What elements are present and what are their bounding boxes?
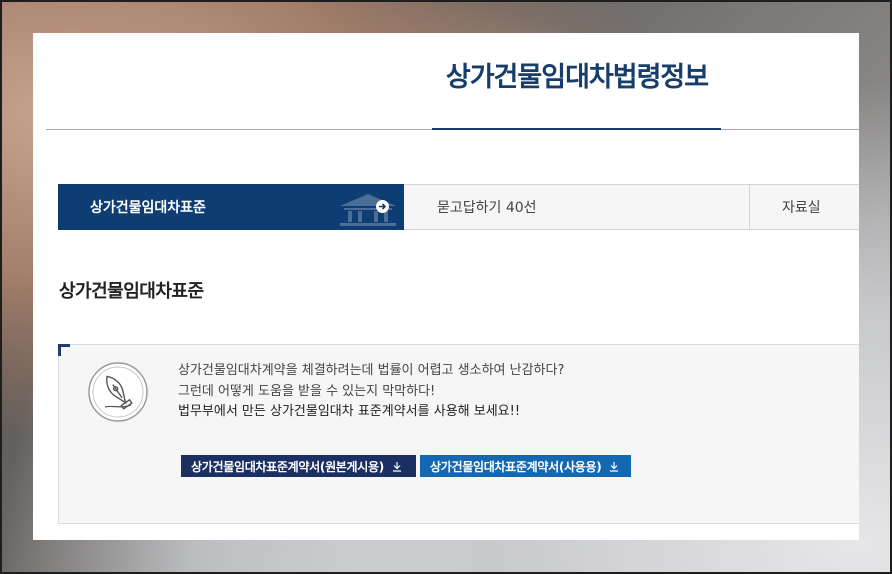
tab-label: 묻고답하기 40선 — [437, 200, 537, 216]
download-original-button[interactable]: 상가건물임대차표준계약서(원본게시용) — [181, 455, 416, 477]
fountain-pen-icon — [88, 362, 148, 422]
tab-standard[interactable]: 상가건물임대차표준 — [58, 184, 404, 230]
download-use-button[interactable]: 상가건물임대차표준계약서(사용용) — [420, 455, 631, 477]
section-title: 상가건물임대차표준 — [59, 281, 204, 302]
tab-label: 상가건물임대차표준 — [90, 200, 206, 216]
info-line-1: 상가건물임대차계약을 체결하려는데 법률이 어렵고 생소하여 난감하다? — [178, 363, 565, 378]
building-icon — [340, 194, 396, 226]
button-label: 상가건물임대차표준계약서(사용용) — [430, 459, 602, 474]
page-title: 상가건물임대차법령정보 — [445, 62, 709, 93]
button-label: 상가건물임대차표준계약서(원본게시용) — [191, 459, 384, 474]
tab-bar: 상가건물임대차표준 묻고답하기 40선 자료실 — [58, 184, 859, 230]
info-line-3: 법무부에서 만든 상가건물임대차 표준계약서를 사용해 보세요!! — [178, 404, 521, 419]
content-card: 상가건물임대차법령정보 상가건물임대차표준 묻고답하기 40선 자료실 상가건물… — [33, 33, 859, 540]
info-text: 상가건물임대차계약을 체결하려는데 법률이 어렵고 생소하여 난감하다? 그런데… — [178, 361, 564, 423]
tab-label: 자료실 — [782, 200, 821, 216]
info-box: 상가건물임대차계약을 체결하려는데 법률이 어렵고 생소하여 난감하다? 그런데… — [58, 344, 859, 524]
corner-accent — [58, 344, 70, 356]
tab-archive[interactable]: 자료실 — [750, 184, 859, 230]
arrow-right-icon — [376, 200, 389, 213]
download-icon — [392, 461, 401, 472]
title-underline — [432, 128, 721, 130]
tab-qna[interactable]: 묻고답하기 40선 — [404, 184, 750, 230]
info-line-2: 그런데 어떻게 도움을 받을 수 있는지 막막하다! — [178, 383, 436, 399]
download-icon — [610, 461, 619, 472]
